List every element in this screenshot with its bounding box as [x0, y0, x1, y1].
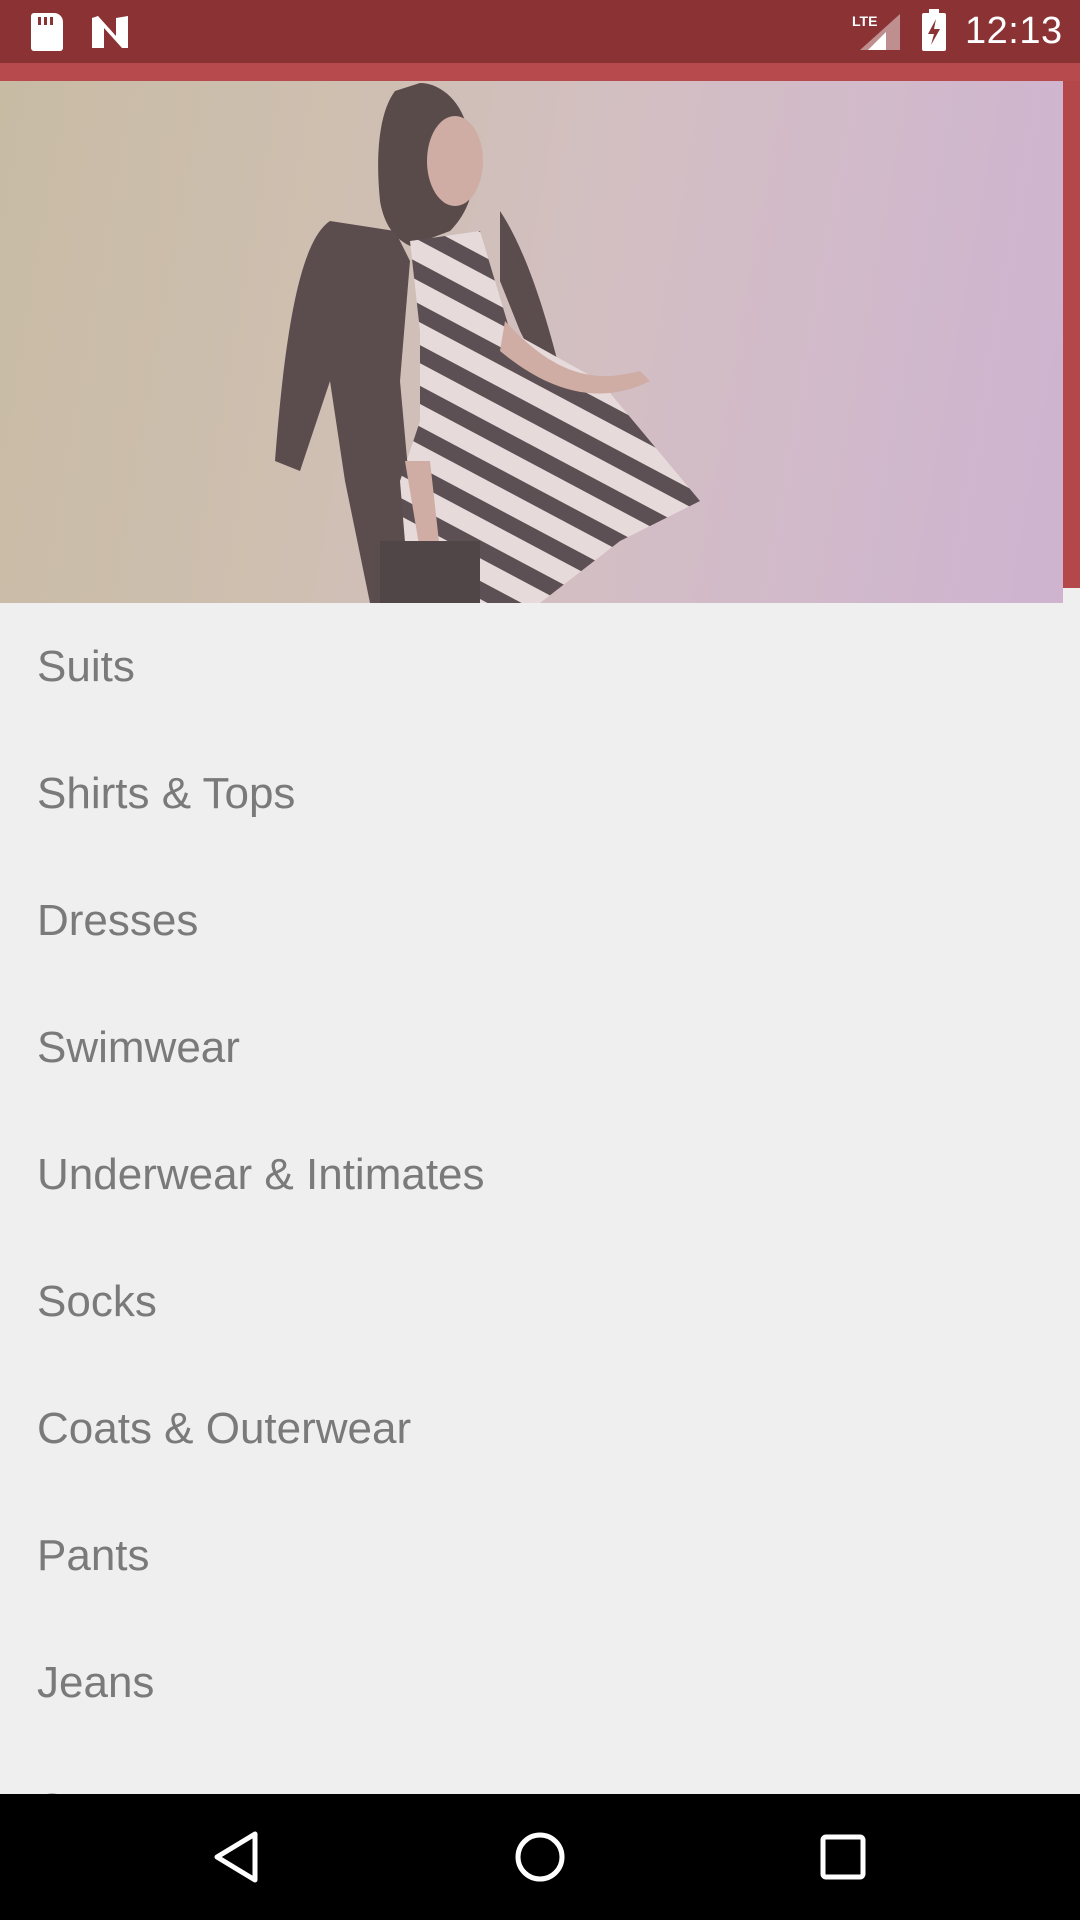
category-item-jeans[interactable]: Jeans [0, 1619, 1080, 1746]
category-item-sweaters[interactable]: Sweaters [0, 1746, 1080, 1795]
hero-image [0, 81, 1063, 603]
home-button[interactable] [505, 1822, 575, 1892]
category-label: Underwear & Intimates [37, 1149, 485, 1199]
status-bar: LTE 12:13 [0, 0, 1080, 63]
category-item-coats-outerwear[interactable]: Coats & Outerwear [0, 1365, 1080, 1492]
category-label: Shirts & Tops [37, 768, 296, 818]
back-icon [214, 1831, 258, 1883]
category-label: Socks [37, 1276, 157, 1326]
clock: 12:13 [965, 10, 1063, 52]
category-item-swimwear[interactable]: Swimwear [0, 984, 1080, 1111]
category-label: Sweaters [37, 1785, 220, 1795]
lte-signal-icon: LTE [852, 13, 900, 50]
category-item-dresses[interactable]: Dresses [0, 857, 1080, 984]
category-label: Pants [37, 1530, 150, 1580]
category-label: Jeans [37, 1657, 155, 1707]
category-item-suits[interactable]: Suits [0, 603, 1080, 730]
category-label: Coats & Outerwear [37, 1403, 412, 1453]
recents-button[interactable] [808, 1822, 878, 1892]
sd-card-icon [31, 13, 63, 51]
n-notification-icon [92, 16, 128, 48]
recents-icon [820, 1834, 866, 1880]
home-icon [515, 1832, 565, 1882]
category-item-shirts-tops[interactable]: Shirts & Tops [0, 730, 1080, 857]
category-item-pants[interactable]: Pants [0, 1492, 1080, 1619]
screen: LTE 12:13 Suits Shirts & Tops Dresses Sw… [0, 0, 1080, 1920]
category-label: Swimwear [37, 1022, 240, 1072]
category-item-socks[interactable]: Socks [0, 1238, 1080, 1365]
navigation-bar [0, 1794, 1080, 1920]
category-label: Suits [37, 641, 135, 691]
category-list: Suits Shirts & Tops Dresses Swimwear Und… [0, 603, 1080, 1794]
category-label: Dresses [37, 895, 199, 945]
back-button[interactable] [201, 1822, 271, 1892]
lte-label: LTE [852, 13, 877, 29]
category-item-underwear-intimates[interactable]: Underwear & Intimates [0, 1111, 1080, 1238]
battery-charging-icon [922, 9, 946, 51]
app-bar-edge [0, 63, 1080, 81]
